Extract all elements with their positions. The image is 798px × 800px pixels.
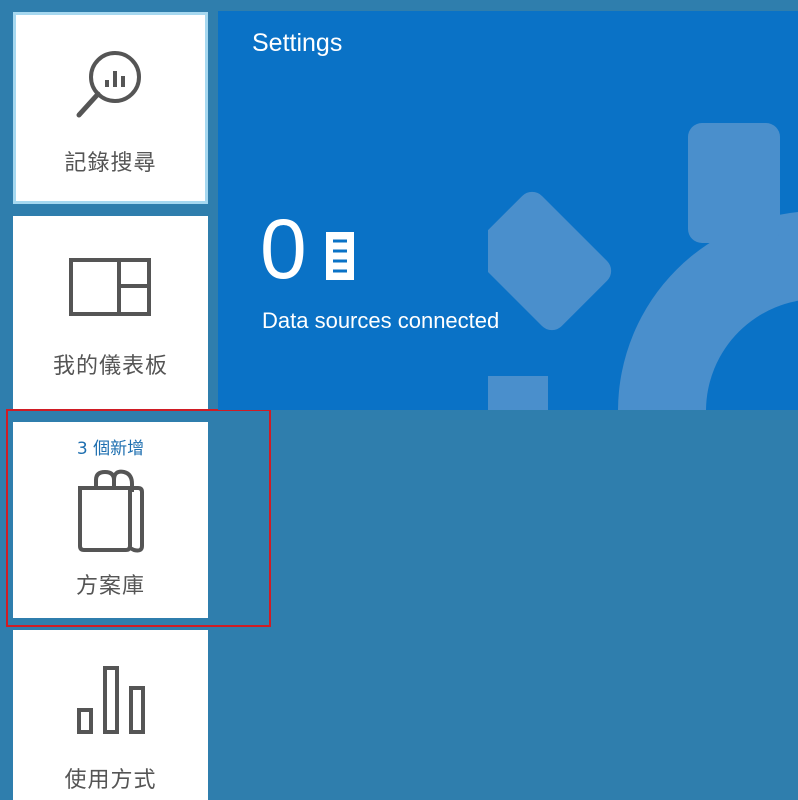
bar-chart-icon [13, 664, 208, 736]
settings-title: Settings [252, 29, 343, 57]
tile-log-search[interactable]: 記錄搜尋 [13, 12, 208, 204]
server-icon [325, 231, 355, 285]
tile-usage[interactable]: 使用方式 [13, 630, 208, 800]
data-sources-label: Data sources connected [262, 308, 500, 333]
tile-solutions-gallery[interactable]: 3 個新增 方案庫 [13, 422, 208, 618]
shopping-bag-icon [13, 466, 208, 556]
tile-label-solutions-gallery: 方案庫 [75, 574, 145, 599]
tile-label-my-dashboard: 我的儀表板 [52, 354, 168, 379]
dashboard-icon [13, 258, 208, 318]
tile-my-dashboard[interactable]: 我的儀表板 [13, 216, 208, 410]
log-search-icon [16, 45, 205, 125]
tile-label-usage: 使用方式 [64, 768, 157, 793]
new-items-badge: 3 個新增 [76, 439, 145, 459]
gear-icon [488, 123, 798, 410]
tile-label-log-search: 記錄搜尋 [64, 151, 157, 176]
data-sources-count: 0 [260, 202, 307, 296]
settings-tile[interactable]: Settings 0 Data sources connected [218, 11, 798, 410]
